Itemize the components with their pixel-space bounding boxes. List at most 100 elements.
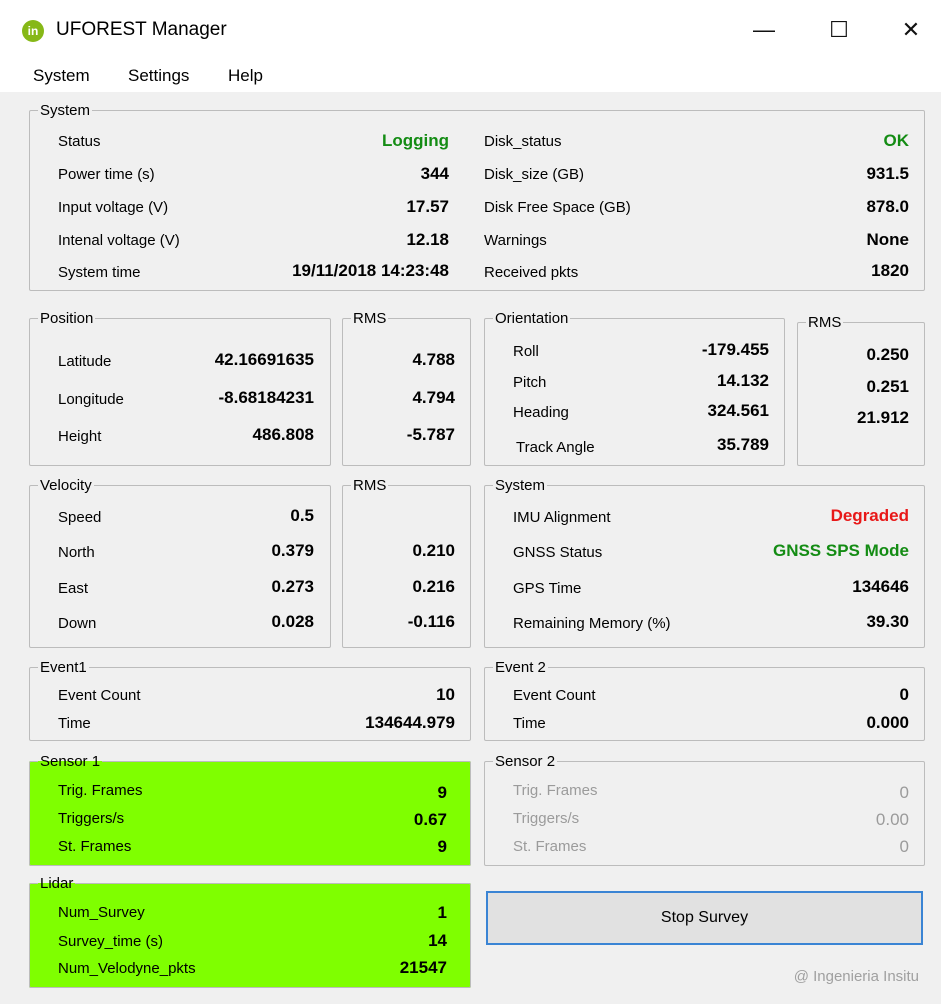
sensor2-st-frames-label: St. Frames [513, 838, 587, 855]
sensor1-legend: Sensor 1 [40, 753, 101, 770]
sensor1-st-frames-label: St. Frames [58, 838, 132, 855]
height-rms: -5.787 [406, 425, 455, 444]
power-time-value: 344 [420, 164, 449, 183]
north-label: North [58, 544, 95, 561]
event1-legend: Event1 [40, 659, 87, 676]
disk-size-value: 931.5 [866, 164, 909, 183]
velocity-legend: Velocity [40, 477, 92, 494]
heading-value: 324.561 [707, 401, 769, 420]
gps-time-label: GPS Time [513, 580, 582, 597]
velocity-rms-legend: RMS [353, 477, 387, 494]
close-button[interactable]: ✕ [889, 12, 933, 48]
velodyne-pkts-value: 21547 [399, 958, 447, 977]
east-label: East [58, 580, 89, 597]
internal-voltage-value: 12.18 [406, 230, 449, 249]
sensor1-trig-frames-label: Trig. Frames [58, 782, 143, 799]
roll-label: Roll [513, 343, 539, 360]
latitude-value: 42.16691635 [214, 350, 314, 369]
disk-status-label: Disk_status [484, 133, 562, 150]
menu-settings[interactable]: Settings [128, 66, 189, 86]
imu-alignment-label: IMU Alignment [513, 509, 611, 526]
sensor1-trig-frames-value: 9 [437, 783, 447, 802]
down-rms: -0.116 [407, 612, 455, 631]
roll-rms: 0.250 [866, 345, 909, 364]
longitude-label: Longitude [58, 391, 124, 408]
sensor1-triggers-label: Triggers/s [58, 810, 125, 827]
pitch-value: 14.132 [717, 371, 769, 390]
gps-time-value: 134646 [852, 577, 909, 596]
pitch-label: Pitch [513, 374, 547, 391]
track-angle-value: 35.789 [717, 435, 769, 454]
num-survey-value: 1 [437, 903, 447, 922]
received-pkts-value: 1820 [871, 261, 909, 280]
disk-size-label: Disk_size (GB) [484, 166, 585, 183]
north-rms: 0.210 [412, 541, 455, 560]
roll-value: -179.455 [701, 340, 769, 359]
speed-label: Speed [58, 509, 102, 526]
position-legend: Position [40, 310, 94, 327]
event2-time-label: Time [513, 715, 546, 732]
system-time-label: System time [58, 264, 141, 281]
speed-value: 0.5 [290, 506, 314, 525]
heading-rms: 21.912 [857, 408, 909, 427]
event1-time-label: Time [58, 715, 91, 732]
disk-free-label: Disk Free Space (GB) [484, 199, 631, 216]
input-voltage-value: 17.57 [406, 197, 449, 216]
longitude-rms: 4.794 [412, 388, 455, 407]
event2-count-label: Event Count [513, 687, 596, 704]
sensor2-triggers-label: Triggers/s [513, 810, 580, 827]
warnings-label: Warnings [484, 232, 547, 249]
sensor2-st-frames-value: 0 [899, 837, 909, 856]
pitch-rms: 0.251 [866, 377, 909, 396]
event2-count-value: 0 [899, 685, 909, 704]
east-rms: 0.216 [412, 577, 455, 596]
east-value: 0.273 [271, 577, 314, 596]
status-label: Status [58, 133, 101, 150]
menu-help[interactable]: Help [228, 66, 263, 86]
imu-alignment-value: Degraded [830, 506, 909, 525]
menu-system[interactable]: System [33, 66, 90, 86]
remaining-memory-label: Remaining Memory (%) [513, 615, 671, 632]
down-value: 0.028 [271, 612, 314, 631]
height-label: Height [58, 428, 102, 445]
sensor2-legend: Sensor 2 [495, 753, 556, 770]
app-logo-icon: in [22, 20, 44, 42]
system-legend: System [40, 102, 91, 119]
survey-time-value: 14 [428, 931, 447, 950]
remaining-memory-value: 39.30 [866, 612, 909, 631]
warnings-value: None [866, 230, 910, 249]
maximize-button[interactable]: ☐ [817, 12, 861, 48]
system-time-value: 19/11/2018 14:23:48 [292, 261, 449, 280]
event1-time-value: 134644.979 [365, 713, 455, 732]
track-angle-label: Track Angle [516, 439, 595, 456]
power-time-label: Power time (s) [58, 166, 155, 183]
velodyne-pkts-label: Num_Velodyne_pkts [58, 960, 196, 977]
longitude-value: -8.68184231 [218, 388, 314, 407]
gnss-status-value: GNSS SPS Mode [772, 541, 909, 560]
input-voltage-label: Input voltage (V) [58, 199, 169, 216]
num-survey-label: Num_Survey [58, 904, 145, 921]
sensor1-st-frames-value: 9 [437, 837, 447, 856]
received-pkts-label: Received pkts [484, 264, 579, 281]
ins-system-legend: System [495, 477, 546, 494]
system-group: System [29, 103, 925, 291]
disk-free-value: 878.0 [866, 197, 909, 216]
latitude-rms: 4.788 [412, 350, 455, 369]
stop-survey-button[interactable]: Stop Survey [486, 891, 923, 945]
event2-time-value: 0.000 [866, 713, 909, 732]
sensor1-triggers-value: 0.67 [413, 810, 447, 829]
down-label: Down [58, 615, 97, 632]
minimize-button[interactable]: — [742, 12, 786, 48]
height-value: 486.808 [252, 425, 314, 444]
copyright-label: @ Ingenieria Insitu [793, 968, 919, 985]
sensor2-trig-frames-label: Trig. Frames [513, 782, 598, 799]
latitude-label: Latitude [58, 353, 112, 370]
sensor2-trig-frames-value: 0 [899, 783, 909, 802]
status-value: Logging [381, 131, 449, 150]
position-rms-legend: RMS [353, 310, 387, 327]
survey-time-label: Survey_time (s) [58, 933, 164, 950]
orientation-rms-legend: RMS [808, 314, 842, 331]
sensor2-triggers-value: 0.00 [875, 810, 909, 829]
window-title: UFOREST Manager [56, 19, 227, 40]
gnss-status-label: GNSS Status [513, 544, 603, 561]
